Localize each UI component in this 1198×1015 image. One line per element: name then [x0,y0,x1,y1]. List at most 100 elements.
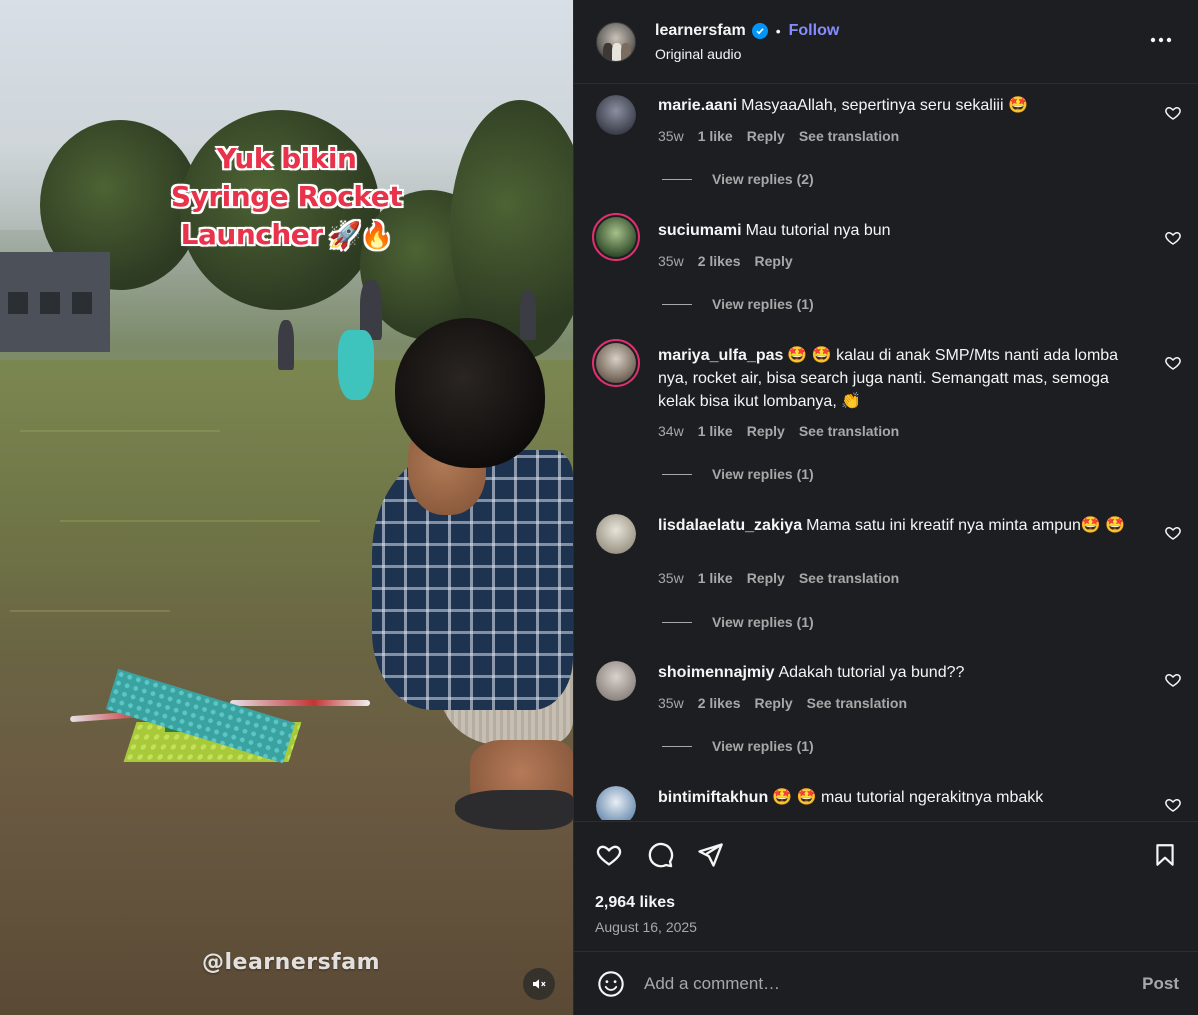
author-username[interactable]: learnersfam [655,22,746,40]
more-options-button[interactable] [1149,30,1173,50]
post-side-panel: learnersfam • Follow Original audio mari… [573,0,1198,1015]
heart-icon[interactable] [1164,524,1182,542]
view-replies-line [662,621,692,623]
save-button[interactable] [1150,840,1180,870]
comment-likes[interactable]: 1 like [698,128,733,144]
commenter-username[interactable]: lisdalaelatu_zakiya [658,517,802,534]
comment-meta: 34w 1 like Reply See translation [658,423,899,439]
commenter-username[interactable]: mariya_ulfa_pas [658,347,783,364]
view-replies-label: View replies (1) [712,738,814,754]
view-replies-button[interactable]: View replies (1) [662,614,814,630]
view-replies-line [662,473,692,475]
comment-likes[interactable]: 2 likes [698,253,741,269]
commenter-username[interactable]: bintimiftakhun [658,789,768,806]
comment-content: MasyaaAllah, sepertinya seru sekaliii 🤩 [741,97,1028,114]
follow-button[interactable]: Follow [789,22,840,40]
reply-button[interactable]: Reply [755,695,793,711]
audio-link[interactable]: Original audio [655,46,839,62]
comment-likes[interactable]: 2 likes [698,695,741,711]
comment-likes[interactable]: 1 like [698,423,733,439]
comment-time[interactable]: 35w [658,695,684,711]
commenter-username[interactable]: suciumami [658,222,742,239]
avatar-image [596,661,636,701]
comment-content: Adakah tutorial ya bund?? [778,664,965,681]
see-translation-button[interactable]: See translation [807,695,907,711]
comment-button[interactable] [645,840,675,870]
avatar-image [596,514,636,554]
caption-line-3: Launcher 🚀🔥 [0,216,573,255]
video-player[interactable]: Yuk bikin Syringe Rocket Launcher 🚀🔥 @lea… [0,0,573,1015]
view-replies-label: View replies (1) [712,296,814,312]
post-actions: 2,964 likes August 16, 2025 [574,821,1198,952]
post-button[interactable]: Post [1142,974,1179,994]
view-replies-button[interactable]: View replies (1) [662,466,814,482]
comment-text: shoimennajmiy Adakah tutorial ya bund?? [658,661,1148,684]
view-replies-button[interactable]: View replies (1) [662,296,814,312]
commenter-avatar[interactable] [596,95,636,135]
see-translation-button[interactable]: See translation [799,128,899,144]
comment-meta: 35w 1 like Reply See translation [658,570,899,586]
heart-icon [596,845,622,866]
author-avatar[interactable] [596,21,636,62]
like-button[interactable] [594,840,624,870]
avatar-image [596,343,636,383]
boy-hair [395,318,545,468]
comment-text: suciumami Mau tutorial nya bun [658,219,1148,242]
heart-icon[interactable] [1164,671,1182,689]
verified-badge-icon [751,22,768,39]
share-button[interactable] [695,840,725,870]
view-replies-label: View replies (1) [712,466,814,482]
commenter-username[interactable]: shoimennajmiy [658,664,774,681]
reply-button[interactable]: Reply [747,423,785,439]
comment-likes[interactable]: 1 like [698,570,733,586]
commenter-avatar[interactable] [592,213,640,261]
reply-button[interactable]: Reply [747,570,785,586]
syringe [230,700,370,706]
view-replies-label: View replies (2) [712,171,814,187]
comment-input[interactable] [644,974,1114,994]
heart-icon[interactable] [1164,229,1182,247]
post-modal: Yuk bikin Syringe Rocket Launcher 🚀🔥 @lea… [0,0,1198,1015]
heart-icon[interactable] [1164,354,1182,372]
header-text: learnersfam • Follow Original audio [655,22,839,62]
avatar-image [596,95,636,135]
commenter-avatar[interactable] [596,786,636,820]
commenter-avatar[interactable] [596,514,636,554]
reply-button[interactable]: Reply [755,253,793,269]
reply-button[interactable]: Reply [747,128,785,144]
caption-line-1: Yuk bikin [216,142,357,175]
view-replies-button[interactable]: View replies (2) [662,171,814,187]
view-replies-label: View replies (1) [712,614,814,630]
heart-icon[interactable] [1164,104,1182,122]
background-person [278,320,294,370]
comment-meta: 35w 2 likes Reply See translation [658,695,907,711]
see-translation-button[interactable]: See translation [799,570,899,586]
view-replies-button[interactable]: View replies (1) [662,738,814,754]
see-translation-button[interactable]: See translation [799,423,899,439]
comment-time[interactable]: 35w [658,128,684,144]
comments-list[interactable]: marie.aani MasyaaAllah, sepertinya seru s… [574,85,1198,820]
emoji-picker-button[interactable] [596,969,626,999]
commenter-avatar[interactable] [596,661,636,701]
more-options-icon [1150,37,1172,43]
commenter-username[interactable]: marie.aani [658,97,737,114]
commenter-avatar[interactable] [592,339,640,387]
comment-composer: Post [574,953,1198,1015]
comment-content: Mama satu ini kreatif nya minta ampun🤩 🤩 [806,517,1126,534]
comment-meta: 35w 2 likes Reply [658,253,793,269]
post-date[interactable]: August 16, 2025 [595,919,697,935]
video-building [0,252,110,352]
comment-bubble-icon [648,842,674,868]
mute-button[interactable] [523,968,555,1000]
comment-text: lisdalaelatu_zakiya Mama satu ini kreatif… [658,514,1148,537]
comment-time[interactable]: 34w [658,423,684,439]
heart-icon[interactable] [1164,796,1182,814]
header-top-row: learnersfam • Follow [655,22,839,40]
avatar-image [596,786,636,820]
post-header: learnersfam • Follow Original audio [574,0,1198,84]
comment-content: 🤩 🤩 mau tutorial ngerakitnya mbakk [772,789,1044,806]
comment-time[interactable]: 35w [658,253,684,269]
comment-text: bintimiftakhun 🤩 🤩 mau tutorial ngerakitn… [658,786,1148,809]
comment-time[interactable]: 35w [658,570,684,586]
likes-count[interactable]: 2,964 likes [595,894,675,912]
